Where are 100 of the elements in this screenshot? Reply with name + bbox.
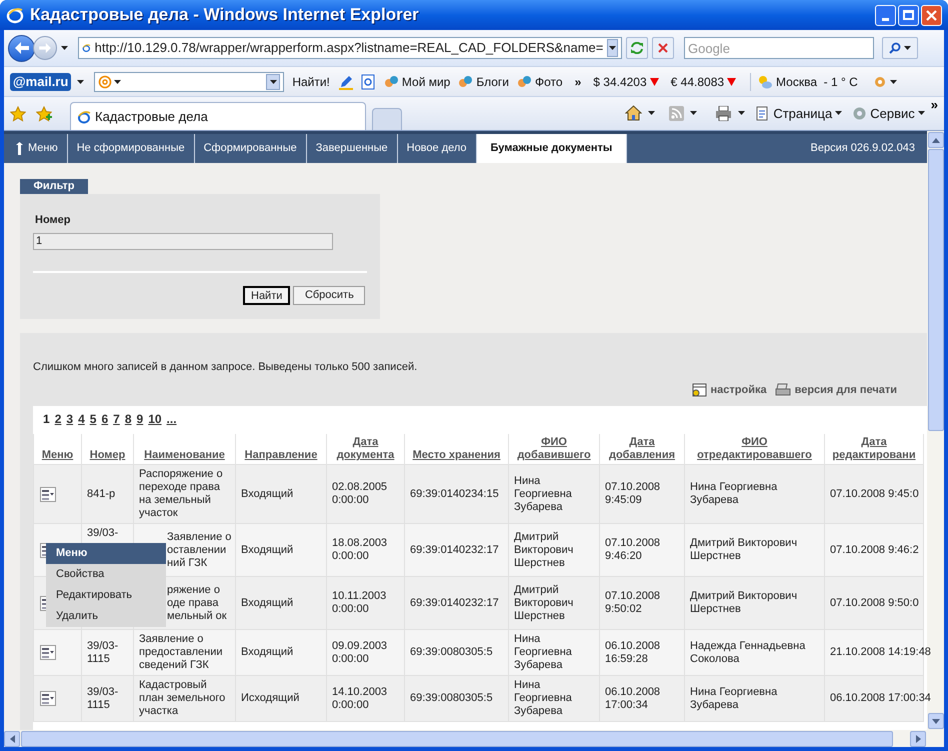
address-field[interactable]: http://10.129.0.78/wrapper/wrapperform.aspx?listname=REAL_CAD_FOLDERS&name= (78, 37, 622, 59)
caret-up-icon (932, 138, 940, 142)
settings-icon (690, 382, 706, 397)
dropdown-button[interactable] (266, 74, 280, 90)
url-text: http://10.129.0.78/wrapper/wrapperform.aspx?listname=REAL_CAD_FOLDERS&name= (94, 39, 604, 58)
back-arrow-icon (14, 42, 28, 54)
table-cell: 06.10.2008 16:59:28 (605, 640, 660, 664)
nav-tab[interactable]: Меню (6, 134, 68, 163)
table-cell: 69:39:0140234:15 (410, 488, 499, 500)
find-button[interactable]: Найти (243, 286, 290, 304)
scroll-up-button[interactable] (928, 132, 944, 148)
nav-tab[interactable]: Сформированные (194, 134, 307, 163)
table-cell: 06.10.2008 17:00:34 (605, 686, 660, 710)
column-header[interactable]: ФИО добавившего (512, 436, 596, 462)
caret-icon (904, 46, 911, 50)
table-cell: Исходящий (241, 692, 300, 704)
caret-icon (835, 111, 842, 116)
page-link[interactable]: 6 (101, 410, 108, 428)
column-header[interactable]: Направление (239, 449, 323, 462)
minimize-button[interactable] (875, 4, 896, 26)
row-menu-icon[interactable] (40, 691, 56, 706)
close-icon (658, 43, 668, 53)
table-cell: Нина Георгиевна Зубарева (514, 633, 572, 671)
table-cell: 69:39:0080305:5 (410, 646, 493, 658)
row-menu-icon[interactable] (40, 645, 56, 660)
address-dropdown-button[interactable] (607, 39, 618, 57)
table-cell: Кадастровый план земельного участка (139, 679, 226, 717)
column-header[interactable]: Дата редактировани (828, 436, 920, 462)
table-cell: 39/03-1115 (87, 686, 118, 710)
stop-button[interactable] (652, 37, 674, 59)
table-cell: ряжение о оде права мельный ок (167, 584, 227, 622)
table-cell: 18.08.2003 0:00:00 (332, 537, 388, 562)
browser-tab[interactable]: Кадастровые дела (70, 102, 366, 130)
column-header[interactable]: Дата добавления (603, 436, 681, 462)
favorites-star-icon[interactable] (10, 106, 26, 122)
forward-arrow-icon (39, 43, 51, 53)
table-cell: 841-р (87, 488, 116, 500)
command-menu[interactable]: Сервис (852, 104, 925, 123)
page-link[interactable]: ... (166, 410, 177, 428)
mail-logo[interactable]: @mail.ru (10, 72, 72, 90)
column-header[interactable]: Меню (37, 449, 78, 462)
toolbar-link[interactable]: Фото (517, 72, 563, 90)
menu-item[interactable]: Редактировать (46, 585, 166, 606)
row-menu-icon[interactable] (40, 486, 56, 502)
column-header[interactable]: Дата документа (330, 436, 401, 462)
refresh-button[interactable] (626, 37, 648, 59)
page-link[interactable]: 9 (136, 410, 144, 428)
column-header[interactable]: Номер (85, 449, 130, 462)
page-link[interactable]: 10 (148, 410, 162, 428)
weather-icon (757, 74, 774, 90)
maximize-button[interactable] (898, 4, 919, 26)
close-icon (926, 10, 937, 20)
column-header[interactable]: ФИО отредактировавшего (688, 436, 821, 462)
page-icon (755, 106, 770, 121)
close-button[interactable] (921, 4, 942, 26)
toolbar-link[interactable]: Мой мир (384, 72, 450, 90)
home-icon[interactable] (625, 105, 642, 122)
page-link[interactable]: 4 (78, 410, 85, 428)
table-cell: Нина Георгиевна Зубарева (690, 686, 778, 710)
scroll-right-button[interactable] (910, 730, 926, 746)
page-link[interactable]: 2 (54, 410, 62, 428)
search-icon (889, 42, 901, 54)
scroll-thumb[interactable] (928, 149, 944, 431)
nav-tab[interactable]: Не сформированные (68, 134, 195, 163)
more-chevron[interactable]: » (574, 72, 582, 90)
add-favorite-icon[interactable] (36, 106, 52, 122)
toolbar-link[interactable]: Блоги (458, 72, 509, 90)
search-button[interactable] (882, 37, 918, 59)
search-field[interactable]: Google (684, 37, 874, 59)
toolbar-search-field[interactable] (94, 72, 284, 92)
caret-right-icon (916, 734, 920, 742)
column-header[interactable]: Место хранения (408, 449, 505, 462)
table-cell: Дмитрий Викторович Шерстнев (514, 584, 574, 622)
page-link[interactable]: 3 (66, 410, 74, 428)
find-button[interactable]: Найти! (290, 72, 332, 90)
caret-icon (918, 111, 925, 116)
menu-item[interactable]: Свойства (46, 564, 166, 585)
reset-button[interactable]: Сбросить (293, 286, 366, 304)
more-chevron[interactable]: » (930, 95, 938, 114)
page-link[interactable]: 7 (113, 410, 120, 428)
table-cell: 39/03-1115 (87, 640, 118, 664)
nav-tab[interactable]: Завершенные (306, 134, 398, 163)
printer-icon[interactable] (715, 106, 732, 121)
table-cell: 07.10.2008 9:50:0 (830, 596, 919, 608)
back-button[interactable] (8, 34, 35, 62)
menu-item[interactable]: Удалить (46, 606, 166, 627)
caret-icon (77, 80, 84, 84)
command-menu[interactable]: Страница (755, 104, 842, 123)
menu-title: Меню (46, 543, 166, 564)
page-link[interactable]: 8 (124, 410, 132, 428)
print-link[interactable]: версия для печати (774, 382, 897, 398)
page-link[interactable]: 1 (43, 410, 50, 428)
scroll-left-button[interactable] (4, 730, 20, 746)
nav-tab[interactable]: Бумажные документы (476, 134, 628, 163)
page-link[interactable]: 5 (90, 410, 96, 428)
down-triangle-icon (727, 78, 736, 86)
number-field[interactable]: 1 (33, 232, 333, 250)
settings-link[interactable]: настройка (690, 382, 767, 398)
scroll-down-button[interactable] (928, 713, 944, 729)
column-header[interactable]: Наименование (137, 449, 232, 462)
